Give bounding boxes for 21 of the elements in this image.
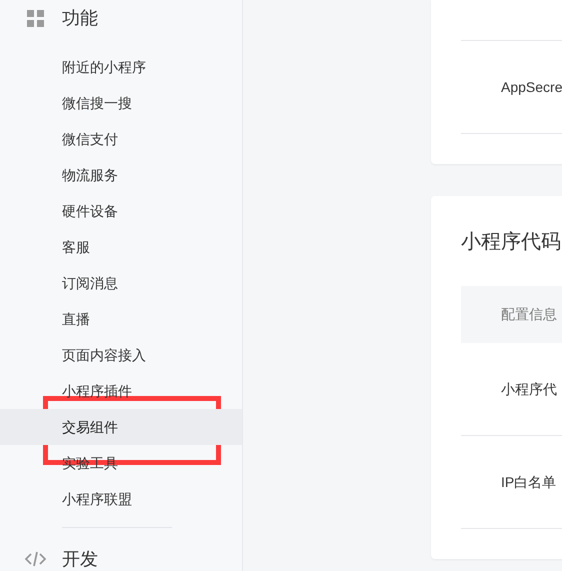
row-label: AppSecre (501, 78, 562, 97)
header-cell-text: 配置信息 (501, 305, 557, 324)
sidebar-item[interactable]: 小程序插件 (0, 373, 242, 409)
sidebar-item[interactable]: 微信支付 (0, 121, 242, 157)
section-title: 开发 (62, 548, 98, 570)
sidebar-item[interactable]: 硬件设备 (0, 193, 242, 229)
table-cell-text: 小程序代 (501, 380, 557, 398)
grid-icon (27, 10, 44, 27)
section-title: 功能 (62, 7, 98, 30)
sidebar-item[interactable]: 直播 (0, 301, 242, 337)
sidebar-item[interactable]: 物流服务 (0, 157, 242, 193)
sidebar-item[interactable]: 页面内容接入 (0, 337, 242, 373)
sidebar-item[interactable]: 小程序联盟 (0, 481, 242, 517)
sidebar-item[interactable]: 客服 (0, 229, 242, 265)
table-cell-text: IP白名单 (501, 472, 556, 492)
sidebar-item[interactable]: 微信搜一搜 (0, 85, 242, 121)
sidebar-item[interactable]: 交易组件 (0, 409, 242, 445)
code-icon (25, 551, 46, 567)
sidebar-item[interactable]: 订阅消息 (0, 265, 242, 301)
card-title: 小程序代码 (461, 230, 561, 255)
sidebar-item[interactable]: 附近的小程序 (0, 49, 242, 85)
